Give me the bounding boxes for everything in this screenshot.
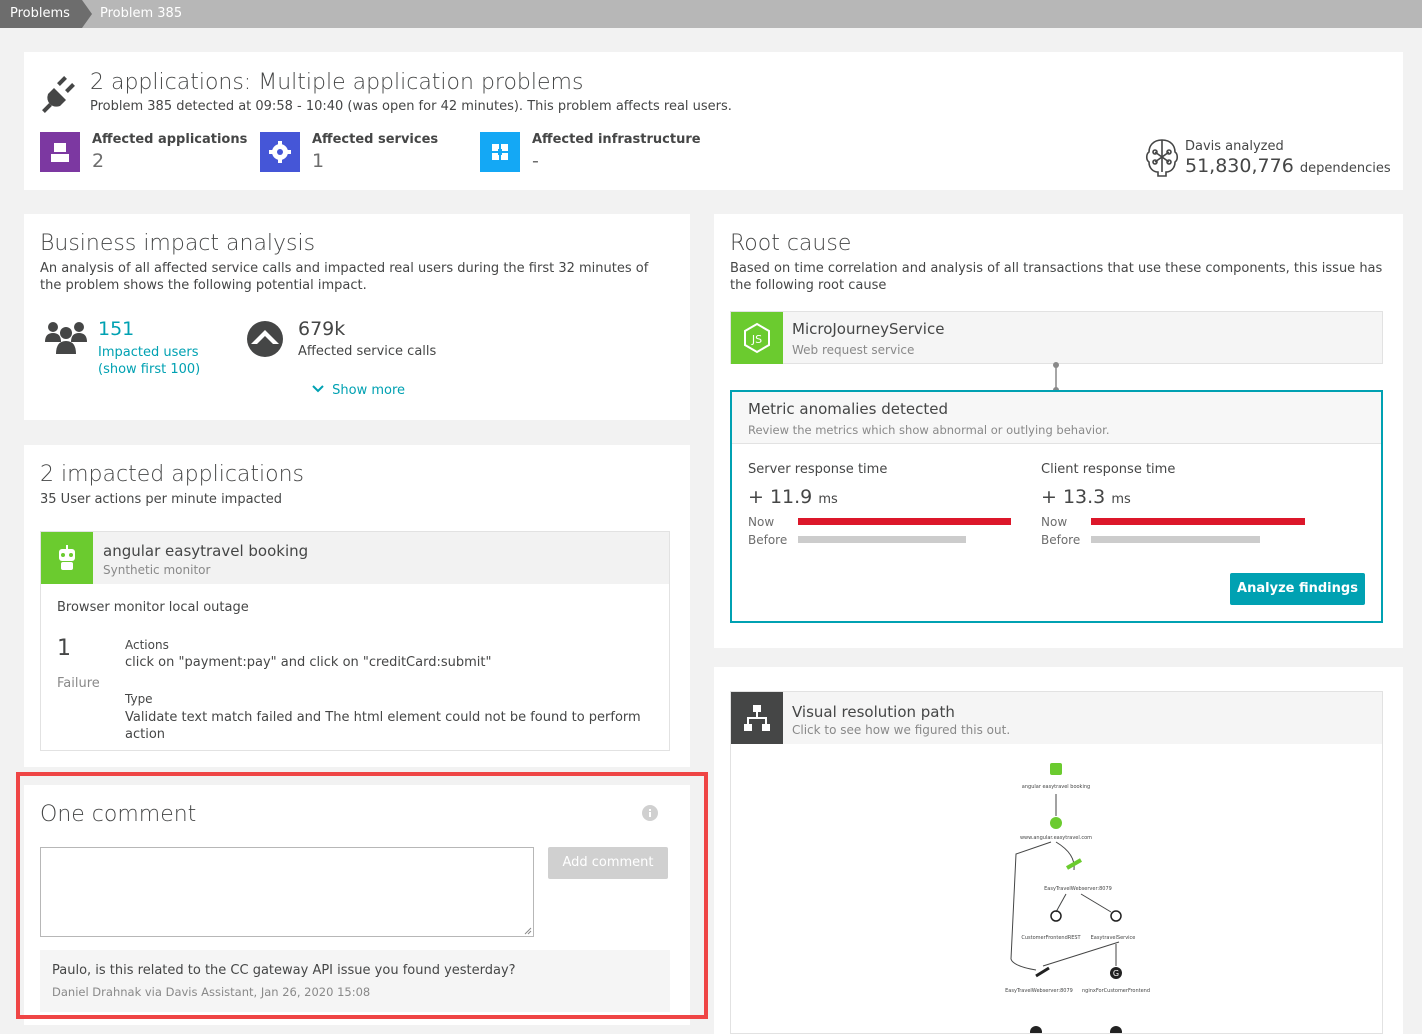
now-bar bbox=[1091, 518, 1305, 525]
root-cause-title: Root cause bbox=[730, 231, 852, 256]
analyze-findings-button[interactable]: Analyze findings bbox=[1230, 573, 1365, 605]
now-label: Now bbox=[1041, 515, 1068, 529]
connector-line bbox=[1053, 362, 1059, 393]
affected-applications[interactable]: Affected applications 2 bbox=[40, 132, 247, 172]
anomaly-subtitle: Review the metrics which show abnormal o… bbox=[748, 423, 1110, 437]
breadcrumb: Problems Problem 385 bbox=[0, 0, 1422, 28]
actions-label: Actions bbox=[125, 638, 169, 652]
impacted-users-link[interactable]: Impacted users (show first 100) bbox=[98, 344, 238, 378]
visual-title: Visual resolution path bbox=[792, 703, 955, 721]
problem-subtitle: Problem 385 detected at 09:58 - 10:40 (w… bbox=[90, 99, 732, 114]
svg-text:JS: JS bbox=[751, 333, 762, 346]
metric-client-response[interactable]: Client response time + 13.3 ms Now Befor… bbox=[1041, 462, 1311, 552]
graph-node-label: EasyTravelWebserver:8079 bbox=[1044, 886, 1112, 892]
plug-icon bbox=[42, 76, 75, 113]
metric-delta: + 11.9 ms bbox=[748, 486, 838, 508]
highlight-outline bbox=[16, 772, 708, 1019]
impacted-applications-card: 2 impacted applications 35 User actions … bbox=[24, 445, 690, 767]
application-header[interactable]: angular easytravel booking Synthetic mon… bbox=[41, 532, 669, 584]
actions-value: click on "payment:pay" and click on "cre… bbox=[125, 655, 492, 670]
page-title: 2 applications: Multiple application pro… bbox=[90, 70, 584, 95]
application-name[interactable]: angular easytravel booking bbox=[103, 542, 308, 560]
affected-infrastructure-count: - bbox=[532, 150, 539, 172]
hierarchy-icon bbox=[731, 692, 783, 744]
users-icon bbox=[45, 322, 87, 354]
root-cause-description: Based on time correlation and analysis o… bbox=[730, 261, 1383, 293]
failure-label: Failure bbox=[57, 676, 100, 691]
davis-value: 51,830,776 dependencies bbox=[1185, 155, 1391, 177]
affected-infrastructure[interactable]: Affected infrastructure - bbox=[480, 132, 701, 172]
visual-resolution-card: Visual resolution path Click to see how … bbox=[714, 667, 1403, 1034]
affected-applications-count: 2 bbox=[92, 150, 105, 172]
service-icon bbox=[260, 132, 300, 172]
service-calls-icon bbox=[247, 321, 283, 357]
outage-title: Browser monitor local outage bbox=[57, 600, 249, 615]
impacted-apps-title: 2 impacted applications bbox=[40, 462, 305, 487]
graph-node-label: www.angular.easytravel.com bbox=[1020, 835, 1092, 841]
graph-node-label: nginxForCustomerFrontend bbox=[1082, 988, 1150, 994]
before-label: Before bbox=[1041, 533, 1081, 547]
business-impact-description: An analysis of all affected service call… bbox=[40, 261, 649, 293]
metric-name: Client response time bbox=[1041, 462, 1176, 477]
application-type: Synthetic monitor bbox=[103, 563, 211, 577]
business-impact-card: Business impact analysis An analysis of … bbox=[24, 214, 690, 420]
type-label: Type bbox=[125, 692, 153, 706]
davis-label: Davis analyzed bbox=[1185, 139, 1284, 154]
infrastructure-icon bbox=[480, 132, 520, 172]
breadcrumb-problems[interactable]: Problems bbox=[0, 0, 92, 28]
davis-summary: Davis analyzed 51,830,776 dependencies bbox=[1143, 136, 1391, 180]
graph-node-label: EasyTravelWebserver:8079 bbox=[1005, 988, 1073, 994]
service-calls-count: 679k bbox=[298, 318, 346, 340]
affected-services[interactable]: Affected services 1 bbox=[260, 132, 460, 172]
graph-node-label: angular easytravel booking bbox=[1022, 784, 1090, 790]
nodejs-icon: JS bbox=[731, 312, 783, 364]
failure-count: 1 bbox=[57, 636, 71, 661]
anomaly-title: Metric anomalies detected bbox=[748, 400, 948, 418]
metric-anomalies-panel: Metric anomalies detected Review the met… bbox=[730, 390, 1383, 623]
graph-node-label: EasytravelService bbox=[1091, 935, 1136, 941]
impacted-users-count[interactable]: 151 bbox=[98, 318, 134, 340]
visual-resolution-header[interactable]: Visual resolution path Click to see how … bbox=[731, 692, 1382, 744]
anomaly-header: Metric anomalies detected Review the met… bbox=[732, 392, 1381, 444]
metric-server-response[interactable]: Server response time + 11.9 ms Now Befor… bbox=[748, 462, 1018, 552]
business-impact-title: Business impact analysis bbox=[40, 231, 316, 256]
problem-header-card: 2 applications: Multiple application pro… bbox=[24, 52, 1403, 190]
before-bar bbox=[1091, 536, 1260, 543]
metric-name: Server response time bbox=[748, 462, 888, 477]
now-label: Now bbox=[748, 515, 775, 529]
type-value: Validate text match failed and The html … bbox=[125, 710, 641, 742]
affected-infrastructure-label: Affected infrastructure bbox=[532, 132, 701, 147]
before-label: Before bbox=[748, 533, 788, 547]
before-bar bbox=[798, 536, 966, 543]
visual-resolution-panel[interactable]: Visual resolution path Click to see how … bbox=[730, 691, 1383, 1034]
chevron-down-icon bbox=[312, 385, 324, 393]
affected-applications-label: Affected applications bbox=[92, 132, 248, 147]
service-name[interactable]: MicroJourneyService bbox=[792, 320, 944, 338]
breadcrumb-current: Problem 385 bbox=[100, 6, 183, 21]
davis-brain-icon bbox=[1145, 139, 1179, 177]
resolution-path-graph: G angular easytravel booking www.angular… bbox=[1005, 763, 1150, 1033]
impacted-apps-subtitle: 35 User actions per minute impacted bbox=[40, 492, 283, 507]
service-calls-label: Affected service calls bbox=[298, 344, 437, 359]
affected-services-count: 1 bbox=[312, 150, 325, 172]
robot-icon bbox=[41, 532, 93, 584]
application-icon bbox=[40, 132, 80, 172]
root-cause-card: Root cause Based on time correlation and… bbox=[714, 214, 1403, 648]
show-more-link[interactable]: Show more bbox=[312, 383, 405, 398]
visual-subtitle: Click to see how we figured this out. bbox=[792, 723, 1011, 737]
service-type: Web request service bbox=[792, 343, 915, 357]
metric-delta: + 13.3 ms bbox=[1041, 486, 1131, 508]
now-bar bbox=[798, 518, 1011, 525]
root-cause-service[interactable]: JS MicroJourneyService Web request servi… bbox=[730, 311, 1383, 364]
graph-node-label: CustomerFrontendREST bbox=[1021, 935, 1081, 941]
affected-services-label: Affected services bbox=[312, 132, 439, 147]
svg-text:G: G bbox=[1113, 969, 1119, 978]
application-entry[interactable]: angular easytravel booking Synthetic mon… bbox=[40, 531, 670, 751]
